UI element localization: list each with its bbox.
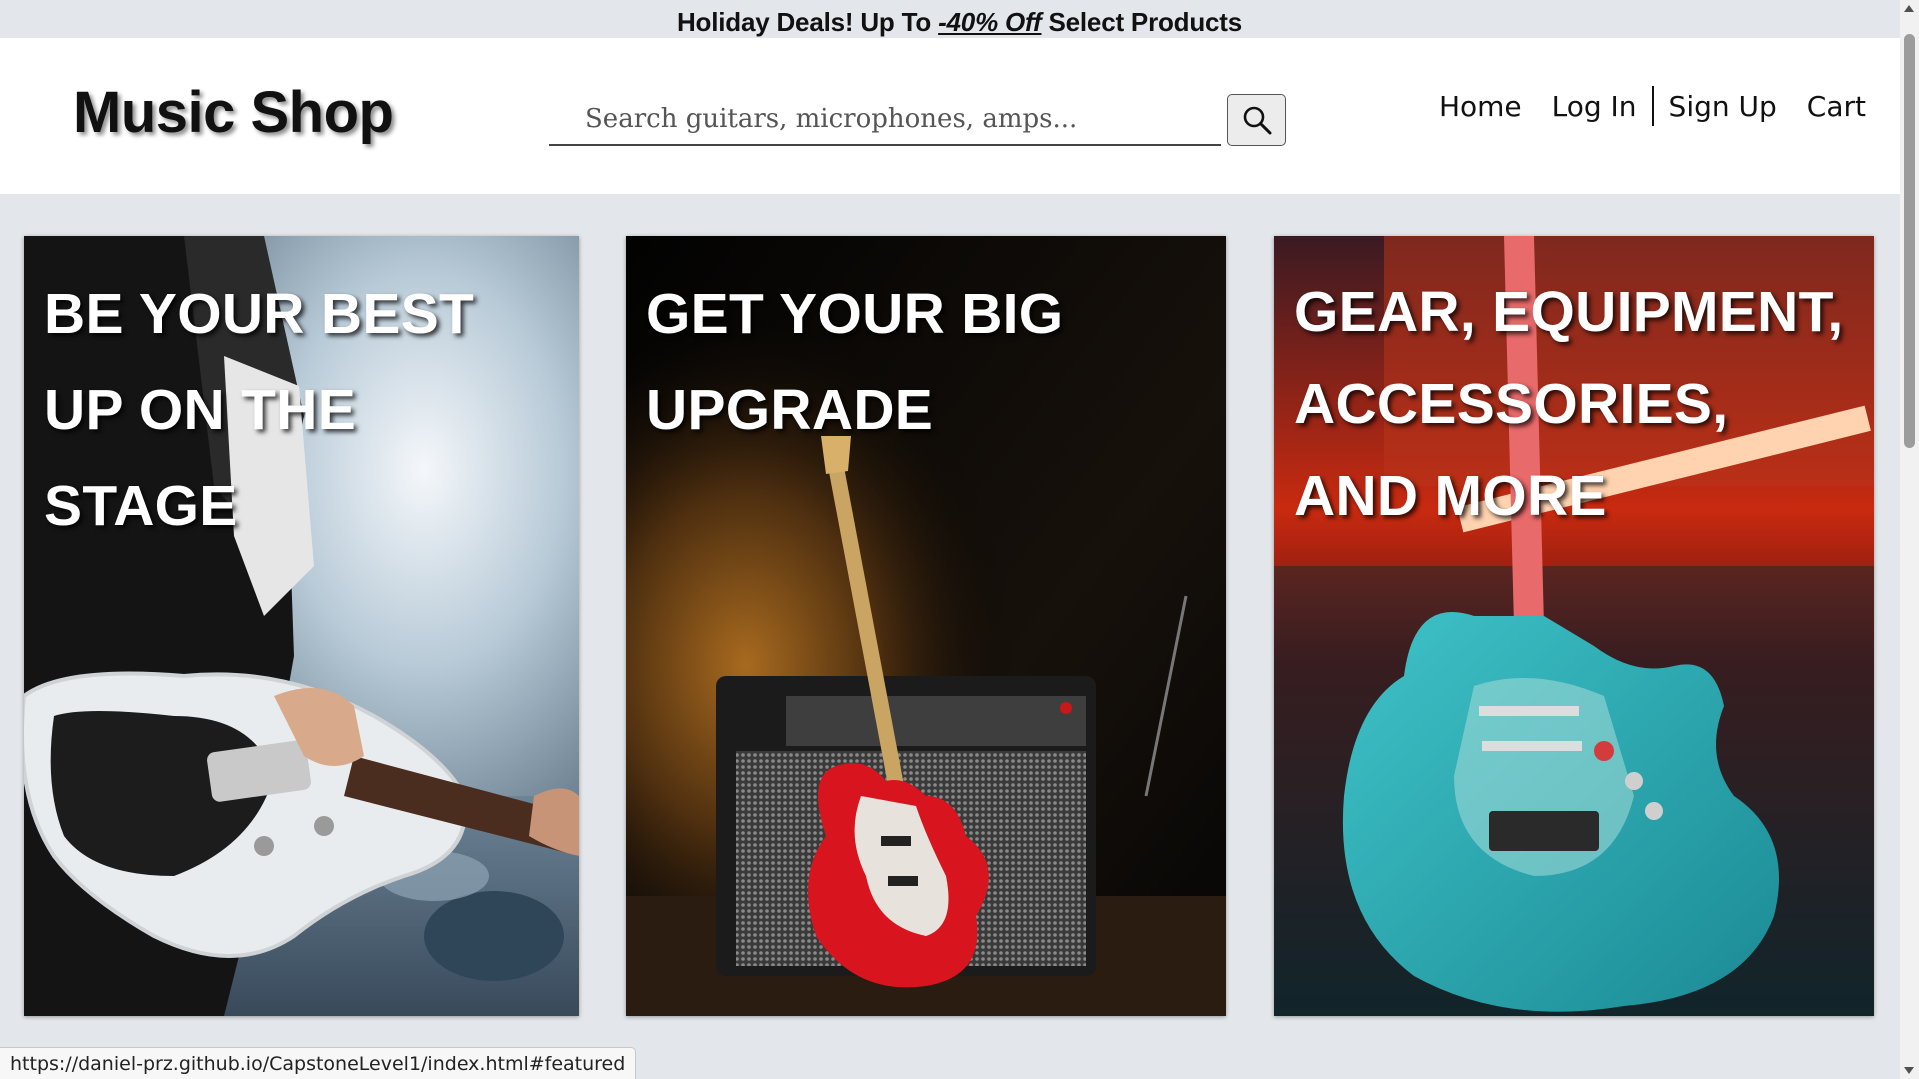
feature-card-gear[interactable]: Gear, equipment, accessories, and more [1274, 236, 1874, 1016]
nav-sign-up[interactable]: Sign Up [1654, 90, 1792, 123]
card-title: Get your big upgrade [646, 282, 1064, 442]
promo-text-after: Select Products [1041, 7, 1243, 37]
promo-text-before: Holiday Deals! Up To [676, 7, 939, 37]
site-logo[interactable]: Music Shop [73, 79, 394, 146]
link-status-bar: https://daniel-prz.github.io/CapstoneLev… [0, 1047, 637, 1079]
feature-card-upgrade[interactable]: Get your big upgrade [626, 236, 1226, 1016]
search-input[interactable] [549, 94, 1221, 144]
card-title: Gear, equipment, accessories, and more [1294, 280, 1844, 528]
search-icon [1243, 106, 1271, 135]
promo-banner: Holiday Deals! Up To -40% Off Select Pro… [0, 0, 1919, 38]
promo-deal-link[interactable]: -40% Off [938, 7, 1042, 37]
scroll-down-arrow-icon[interactable] [1904, 1067, 1914, 1074]
nav-cart[interactable]: Cart [1792, 90, 1881, 123]
site-header: Music Shop Home Log In Sign Up Cart [0, 38, 1900, 194]
scroll-up-arrow-icon[interactable] [1904, 5, 1914, 12]
nav-home[interactable]: Home [1424, 90, 1537, 123]
feature-card-stage[interactable]: Be your best up on the stage [24, 236, 579, 1016]
search-button[interactable] [1227, 94, 1286, 146]
nav-log-in[interactable]: Log In [1537, 90, 1652, 123]
page-scrollbar[interactable] [1900, 0, 1919, 1079]
search-bar [549, 94, 1221, 146]
scrollbar-thumb[interactable] [1904, 34, 1915, 448]
card-title: Be your best up on the stage [44, 282, 475, 538]
main-nav: Home Log In Sign Up Cart [1424, 86, 1881, 126]
